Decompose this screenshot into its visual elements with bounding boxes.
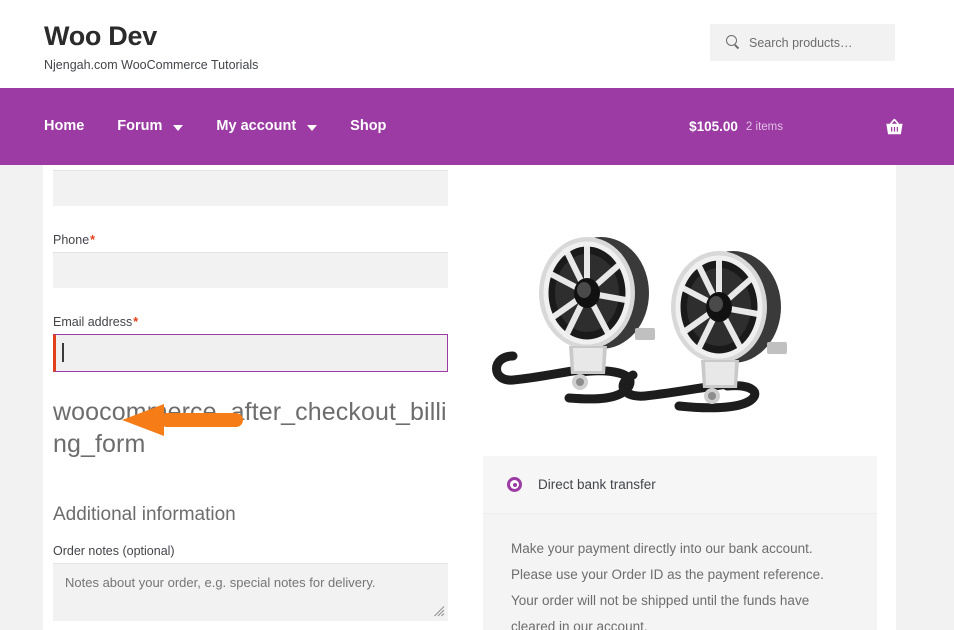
payment-methods-box: Direct bank transfer Make your payment d… bbox=[483, 456, 877, 630]
field-email: Email address* bbox=[53, 314, 448, 372]
nav-item-home[interactable]: Home bbox=[44, 118, 84, 135]
nav-links: Home Forum My account Shop bbox=[44, 88, 419, 165]
shopping-basket-icon[interactable] bbox=[885, 118, 904, 136]
search-input-placeholder[interactable]: Search products… bbox=[749, 36, 853, 50]
search-icon bbox=[726, 35, 740, 49]
postcode-input[interactable] bbox=[53, 170, 448, 206]
email-input-wrapper bbox=[53, 334, 448, 372]
site-tagline: Njengah.com WooCommerce Tutorials bbox=[44, 58, 259, 72]
field-phone: Phone* bbox=[53, 232, 448, 288]
search-product-box[interactable]: Search products… bbox=[710, 24, 895, 61]
order-review-column: Direct bank transfer Make your payment d… bbox=[483, 160, 877, 630]
radio-selected-icon[interactable] bbox=[507, 477, 522, 492]
additional-information-heading: Additional information bbox=[53, 504, 236, 525]
field-label-phone: Phone* bbox=[53, 233, 96, 247]
hook-name-label: woocommerce_after_checkout_billing_form bbox=[53, 398, 447, 458]
field-label-email: Email address* bbox=[53, 315, 139, 329]
cart-summary[interactable]: $105.00 2 items bbox=[689, 88, 954, 165]
phone-input[interactable] bbox=[53, 252, 448, 288]
page-root: Postcode / ZIP* Phone* Email address* wo… bbox=[0, 0, 954, 630]
chevron-down-icon[interactable] bbox=[173, 124, 184, 131]
chevron-down-icon[interactable] bbox=[307, 124, 318, 131]
cart-total: $105.00 bbox=[689, 118, 738, 134]
site-branding[interactable]: Woo Dev Njengah.com WooCommerce Tutorial… bbox=[44, 21, 258, 72]
required-marker: * bbox=[133, 315, 139, 329]
payment-option-label: Direct bank transfer bbox=[538, 477, 656, 492]
email-input[interactable] bbox=[53, 334, 448, 372]
required-marker: * bbox=[90, 233, 96, 247]
order-notes-label: Order notes (optional) bbox=[53, 544, 175, 558]
nav-label: Home bbox=[44, 118, 85, 134]
nav-item-my-account[interactable]: My account bbox=[216, 118, 318, 135]
nav-label: Shop bbox=[350, 118, 387, 134]
payment-option-description: Make your payment directly into our bank… bbox=[483, 514, 877, 630]
nav-label: Forum bbox=[117, 118, 163, 134]
text-cursor bbox=[62, 343, 64, 362]
primary-navigation: Home Forum My account Shop $105.00 2 ite… bbox=[0, 88, 954, 165]
site-title: Woo Dev bbox=[44, 21, 157, 51]
order-notes-wrapper bbox=[53, 563, 448, 621]
nav-item-forum[interactable]: Forum bbox=[117, 118, 184, 135]
order-notes-textarea[interactable] bbox=[53, 563, 448, 621]
payment-option-bank-transfer[interactable]: Direct bank transfer bbox=[483, 456, 877, 514]
product-image bbox=[483, 160, 877, 450]
site-header: Woo Dev Njengah.com WooCommerce Tutorial… bbox=[0, 0, 954, 88]
nav-label: My account bbox=[216, 118, 297, 134]
billing-form-column: Postcode / ZIP* Phone* Email address* wo… bbox=[53, 150, 448, 621]
cart-item-count: 2 items bbox=[745, 120, 783, 133]
nav-item-shop[interactable]: Shop bbox=[350, 118, 386, 135]
